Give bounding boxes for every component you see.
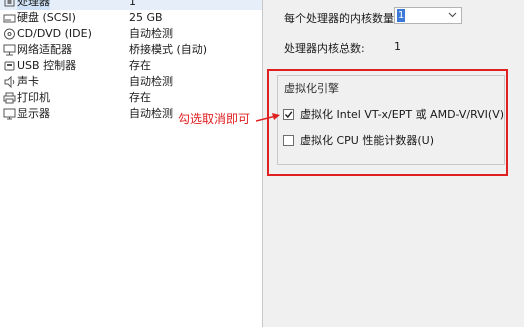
cd-dvd-icon bbox=[3, 28, 16, 40]
device-summary: 自动检测 bbox=[129, 75, 173, 88]
chevron-down-icon bbox=[448, 12, 457, 18]
total-cores-value: 1 bbox=[394, 40, 401, 53]
printer-icon bbox=[3, 92, 16, 104]
display-icon bbox=[3, 108, 16, 120]
device-name: 打印机 bbox=[17, 91, 50, 104]
device-summary: 存在 bbox=[129, 59, 151, 72]
device-summary: 1 bbox=[129, 0, 136, 8]
annotation-highlight-box bbox=[267, 69, 508, 176]
device-name: 处理器 bbox=[17, 0, 50, 10]
hardware-list: 处理器 1 硬盘 (SCSI) 25 GB CD/DVD (IDE) 自动检测 … bbox=[0, 0, 263, 327]
device-row-usb-controller[interactable]: USB 控制器 存在 bbox=[0, 58, 262, 74]
device-row-network-adapter[interactable]: 网络适配器 桥接模式 (自动) bbox=[0, 42, 262, 58]
device-name: USB 控制器 bbox=[17, 59, 77, 72]
sound-card-icon bbox=[3, 76, 16, 88]
device-row-hard-disk[interactable]: 硬盘 (SCSI) 25 GB bbox=[0, 10, 262, 26]
device-row-printer[interactable]: 打印机 存在 bbox=[0, 90, 262, 106]
device-row-processor[interactable]: 处理器 1 bbox=[0, 0, 262, 10]
total-cores-label: 处理器内核总数: bbox=[284, 42, 365, 55]
device-row-sound-card[interactable]: 声卡 自动检测 bbox=[0, 74, 262, 90]
hard-disk-icon bbox=[3, 12, 16, 24]
processor-icon bbox=[3, 0, 16, 8]
device-name: 网络适配器 bbox=[17, 43, 72, 56]
device-summary: 自动检测 bbox=[129, 27, 173, 40]
device-row-cd-dvd[interactable]: CD/DVD (IDE) 自动检测 bbox=[0, 26, 262, 42]
device-name: 硬盘 (SCSI) bbox=[17, 11, 76, 24]
device-name: CD/DVD (IDE) bbox=[17, 27, 92, 40]
device-name: 声卡 bbox=[17, 75, 39, 88]
device-summary: 自动检测 bbox=[129, 107, 173, 120]
network-adapter-icon bbox=[3, 44, 16, 56]
annotation-text: 勾选取消即可 bbox=[178, 112, 251, 126]
device-summary: 桥接模式 (自动) bbox=[129, 43, 208, 56]
cores-per-processor-select[interactable]: 1 bbox=[394, 7, 462, 24]
annotation-arrow-icon bbox=[256, 113, 280, 122]
device-summary: 25 GB bbox=[129, 11, 163, 24]
cores-per-processor-value: 1 bbox=[397, 9, 406, 22]
device-name: 显示器 bbox=[17, 107, 50, 120]
device-summary: 存在 bbox=[129, 91, 151, 104]
usb-controller-icon bbox=[3, 60, 16, 72]
